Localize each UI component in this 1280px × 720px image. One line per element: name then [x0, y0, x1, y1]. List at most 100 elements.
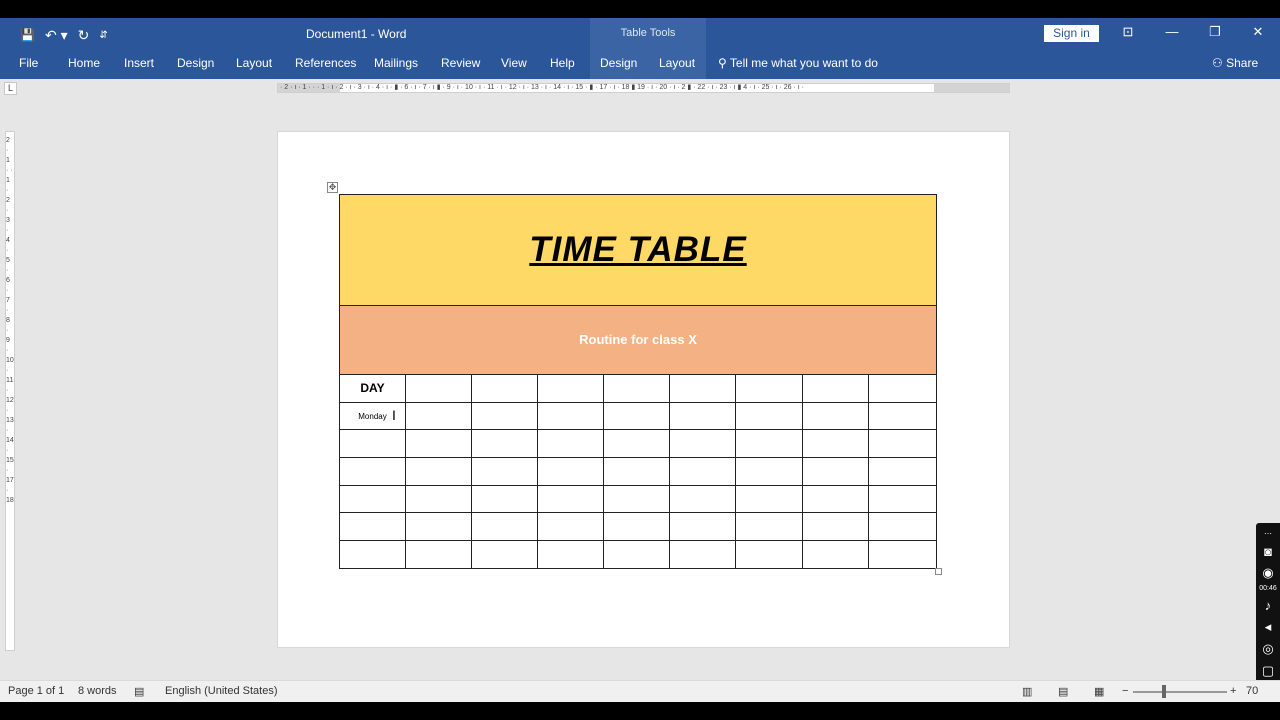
table-cell[interactable] — [537, 374, 604, 403]
menu-icon[interactable]: ⋯ — [1256, 529, 1280, 538]
table-cell[interactable] — [669, 374, 736, 403]
redo-icon[interactable]: ↻ — [78, 27, 90, 44]
tab-selector[interactable]: L — [4, 82, 17, 95]
table-cell[interactable] — [802, 374, 869, 403]
table-cell[interactable] — [735, 512, 803, 542]
table-cell[interactable] — [802, 429, 869, 459]
undo-icon[interactable]: ↶ ▾ — [45, 27, 68, 44]
close-button[interactable]: ✕ — [1248, 24, 1268, 40]
save-icon[interactable]: 💾 — [20, 28, 35, 42]
print-layout-icon[interactable]: ▤ — [1058, 685, 1068, 698]
read-mode-icon[interactable]: ▥ — [1022, 685, 1032, 698]
web-layout-icon[interactable]: ▦ — [1094, 685, 1104, 698]
tab-insert[interactable]: Insert — [124, 56, 154, 70]
zoom-out-button[interactable]: − — [1122, 685, 1128, 697]
table-cell[interactable] — [339, 429, 406, 459]
speaker-icon[interactable]: ◂ — [1256, 619, 1280, 635]
table-cell[interactable] — [868, 540, 937, 569]
table-cell[interactable] — [405, 401, 472, 431]
word-count[interactable]: 8 words — [78, 685, 117, 697]
webcam-icon[interactable]: ◎ — [1256, 641, 1280, 657]
table-cell[interactable] — [669, 429, 736, 459]
table-cell[interactable] — [669, 457, 736, 486]
table-cell[interactable] — [471, 401, 538, 431]
table-cell[interactable] — [868, 429, 937, 459]
tab-home[interactable]: Home — [68, 56, 100, 70]
table-cell[interactable] — [603, 374, 670, 403]
page-count[interactable]: Page 1 of 1 — [8, 685, 64, 697]
table-cell[interactable] — [339, 457, 406, 486]
table-resize-handle[interactable] — [935, 568, 942, 575]
minimize-button[interactable]: — — [1162, 24, 1182, 39]
zoom-slider[interactable] — [1133, 691, 1227, 693]
microphone-icon[interactable]: ♪ — [1256, 598, 1280, 613]
table-cell[interactable] — [537, 540, 604, 569]
record-icon[interactable]: ◉ — [1256, 565, 1280, 581]
table-cell[interactable] — [735, 401, 803, 431]
tab-help[interactable]: Help — [550, 56, 575, 70]
subtitle-cell[interactable]: Routine for class X — [339, 305, 937, 375]
tab-references[interactable]: References — [295, 56, 356, 70]
table-cell[interactable] — [868, 374, 937, 403]
table-cell[interactable] — [669, 484, 736, 514]
table-cell[interactable] — [471, 512, 538, 542]
camera-icon[interactable]: ◙ — [1256, 544, 1280, 559]
timetable-table[interactable]: TIME TABLE Routine for class X DAY Monda… — [339, 194, 937, 569]
table-cell[interactable] — [802, 540, 869, 569]
table-cell[interactable] — [735, 374, 803, 403]
table-cell[interactable] — [802, 484, 869, 514]
table-cell[interactable] — [802, 512, 869, 542]
tab-table-design[interactable]: Design — [600, 56, 637, 70]
table-cell[interactable] — [405, 540, 472, 569]
zoom-level[interactable]: 70 — [1246, 685, 1258, 697]
sign-in-button[interactable]: Sign in — [1044, 25, 1099, 42]
table-cell[interactable] — [735, 457, 803, 486]
table-cell[interactable] — [405, 484, 472, 514]
horizontal-ruler[interactable]: · 2 · ı · 1 · · · 1 · ı · 2 · ı · 3 · ı … — [277, 83, 1010, 93]
zoom-slider-thumb[interactable] — [1162, 685, 1166, 698]
table-cell[interactable] — [669, 401, 736, 431]
share-button[interactable]: ⚇ Share — [1212, 56, 1258, 70]
tab-file[interactable]: File — [19, 56, 38, 70]
ribbon-display-options-icon[interactable]: ⊡ — [1118, 24, 1138, 40]
table-cell[interactable] — [405, 512, 472, 542]
table-cell[interactable] — [735, 540, 803, 569]
customize-qat-icon[interactable]: ⇵ — [99, 30, 107, 41]
table-cell[interactable] — [603, 540, 670, 569]
table-cell[interactable] — [802, 457, 869, 486]
table-cell[interactable] — [339, 484, 406, 514]
zoom-in-button[interactable]: + — [1230, 685, 1236, 697]
table-cell[interactable] — [471, 540, 538, 569]
table-cell[interactable] — [735, 429, 803, 459]
table-cell[interactable] — [537, 429, 604, 459]
tell-me-search[interactable]: ⚲ Tell me what you want to do — [718, 56, 878, 70]
table-cell[interactable] — [471, 457, 538, 486]
tab-review[interactable]: Review — [441, 56, 480, 70]
table-cell[interactable] — [471, 374, 538, 403]
window-icon[interactable]: ▢ — [1256, 663, 1280, 679]
table-cell[interactable]: DAY — [339, 374, 406, 403]
table-cell[interactable] — [735, 484, 803, 514]
table-cell[interactable] — [537, 457, 604, 486]
table-cell[interactable] — [537, 401, 604, 431]
table-cell[interactable] — [868, 401, 937, 431]
language[interactable]: English (United States) — [165, 685, 278, 697]
table-cell[interactable] — [669, 512, 736, 542]
table-cell[interactable] — [471, 484, 538, 514]
document-page[interactable]: ✥ TIME TABLE Routine for class X DAY Mon… — [277, 131, 1010, 648]
tab-mailings[interactable]: Mailings — [374, 56, 418, 70]
table-cell[interactable] — [603, 457, 670, 486]
table-cell[interactable] — [537, 484, 604, 514]
table-cell[interactable] — [339, 540, 406, 569]
tab-design[interactable]: Design — [177, 56, 214, 70]
table-move-handle[interactable]: ✥ — [327, 182, 338, 193]
table-cell[interactable] — [603, 484, 670, 514]
table-cell[interactable] — [537, 512, 604, 542]
table-cell[interactable] — [405, 374, 472, 403]
table-cell[interactable] — [868, 512, 937, 542]
tab-view[interactable]: View — [501, 56, 527, 70]
table-cell[interactable] — [802, 401, 869, 431]
title-cell[interactable]: TIME TABLE — [339, 194, 937, 306]
tab-table-layout[interactable]: Layout — [659, 56, 695, 70]
table-cell[interactable] — [603, 512, 670, 542]
